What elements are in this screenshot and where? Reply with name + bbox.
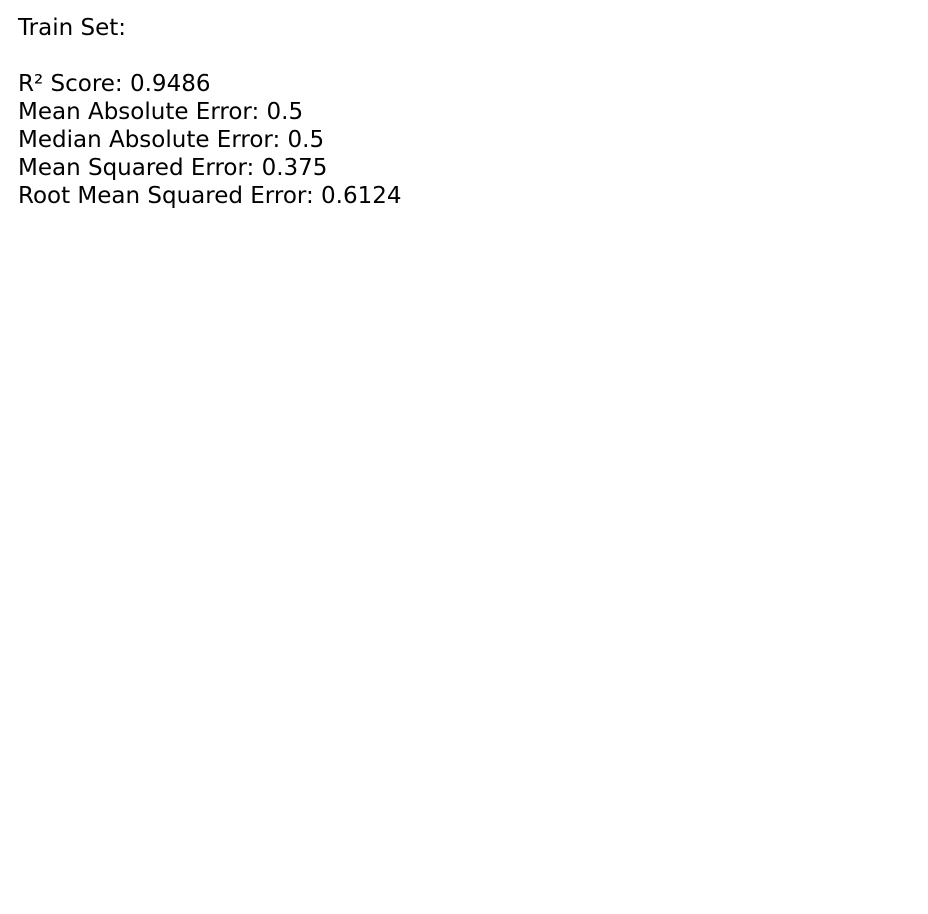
metrics-text-block: Train Set: R² Score: 0.9486 Mean Absolut…: [18, 14, 401, 210]
metric-root-mean-squared-error: Root Mean Squared Error: 0.6124: [18, 183, 402, 209]
section-title: Train Set:: [18, 15, 127, 41]
metric-mean-absolute-error: Mean Absolute Error: 0.5: [18, 99, 304, 125]
metric-mean-squared-error: Mean Squared Error: 0.375: [18, 155, 328, 181]
metric-r2-score: R² Score: 0.9486: [18, 71, 211, 97]
metric-median-absolute-error: Median Absolute Error: 0.5: [18, 127, 325, 153]
